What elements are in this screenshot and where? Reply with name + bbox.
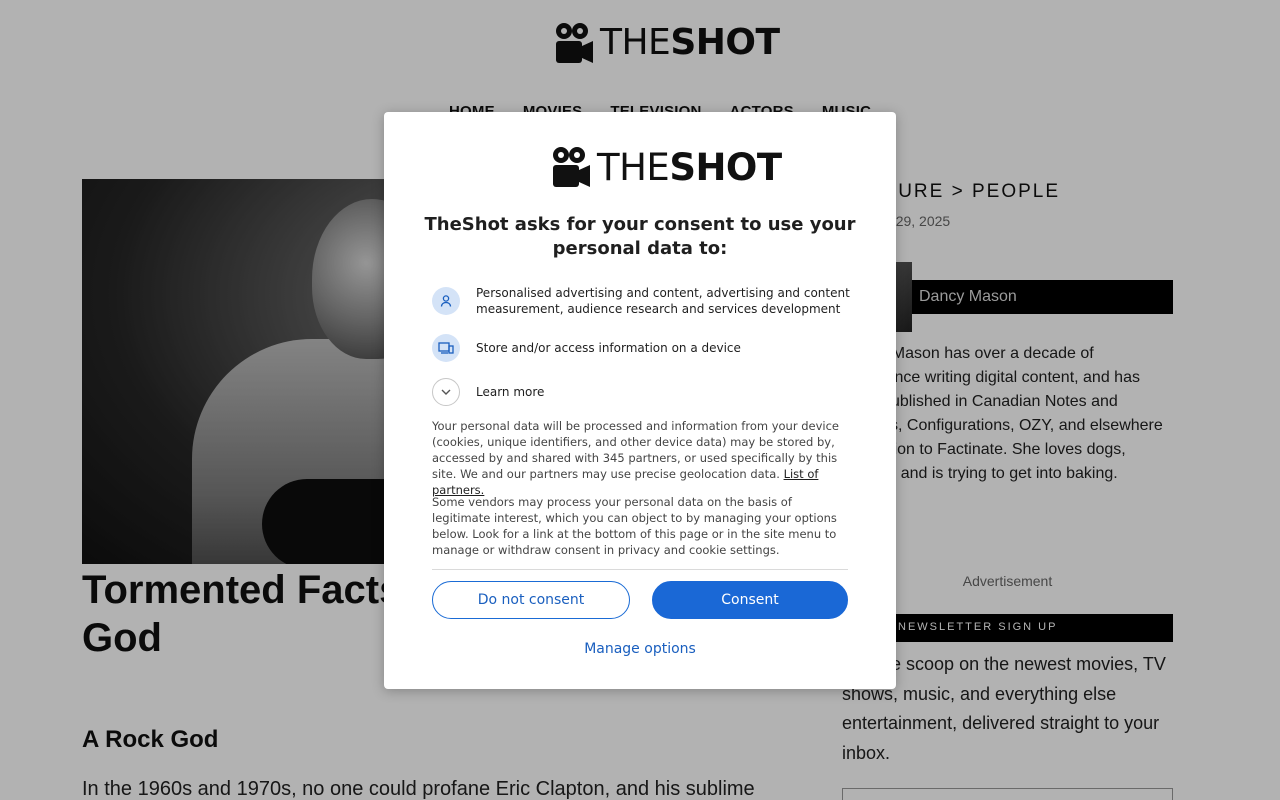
dialog-logo: THESHOT — [551, 145, 782, 189]
purpose-text: Store and/or access information on a dev… — [476, 341, 741, 355]
device-icon — [432, 334, 460, 362]
purpose-text: Personalised advertising and content, ad… — [476, 286, 850, 316]
dialog-logo-text: THESHOT — [597, 145, 782, 189]
consent-button[interactable]: Consent — [652, 581, 848, 619]
learn-more-toggle[interactable]: Learn more — [432, 378, 544, 406]
chevron-down-icon — [432, 378, 460, 406]
film-camera-icon — [553, 147, 590, 187]
learn-more-label: Learn more — [476, 385, 545, 399]
consent-info-text: Your personal data will be processed and… — [432, 419, 840, 481]
consent-title: TheShot asks for your consent to use you… — [424, 214, 856, 259]
manage-options-button[interactable]: Manage options — [384, 641, 896, 657]
legitimate-interest-paragraph: Some vendors may process your personal d… — [432, 495, 837, 557]
do-not-consent-button[interactable]: Do not consent — [432, 581, 630, 619]
consent-info-paragraph: Your personal data will be processed and… — [432, 418, 852, 498]
consent-dialog: THESHOT TheShot asks for your consent to… — [384, 112, 896, 689]
dialog-divider — [432, 569, 848, 570]
purpose-store-access: Store and/or access information on a dev… — [432, 334, 741, 362]
person-icon — [432, 287, 460, 315]
purpose-personalised-ads: Personalised advertising and content, ad… — [432, 285, 852, 317]
